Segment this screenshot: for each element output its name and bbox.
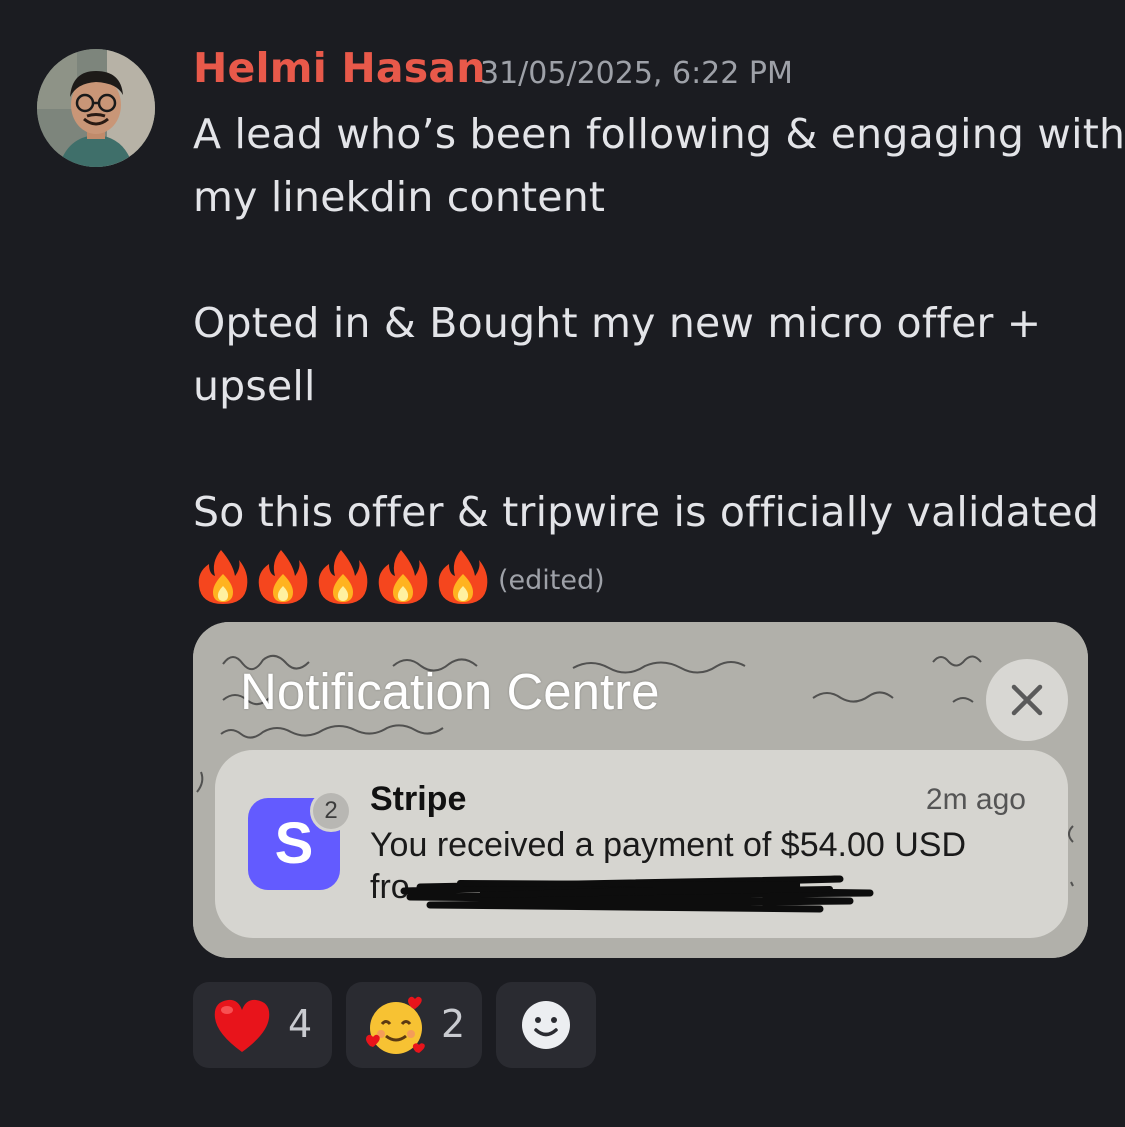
notification-count-badge: 2 (310, 790, 352, 832)
fire-emoji (318, 550, 368, 604)
message-line: So this offer & tripwire is officially v… (193, 488, 1100, 536)
fire-emoji (438, 550, 488, 604)
notification-body: You received a payment of $54.00 USD (370, 826, 967, 864)
notification-centre-title: Notification Centre (240, 663, 660, 720)
redaction-scribble (400, 875, 874, 913)
edited-label: (edited) (498, 565, 605, 596)
image-attachment[interactable]: Notification Centre S 2 Stripe 2m ago Yo… (193, 622, 1088, 958)
author-name[interactable]: Helmi Hasan (193, 44, 486, 92)
message-line: my linekdin content (193, 173, 606, 221)
fire-emoji (258, 550, 308, 604)
fire-emoji-row (193, 546, 493, 606)
badge-count: 2 (313, 793, 349, 829)
user-avatar[interactable] (37, 49, 155, 167)
add-reaction-button[interactable] (496, 982, 596, 1068)
smiling-face-with-hearts-emoji (366, 996, 425, 1054)
message-line: Opted in & Bought my new micro offer + (193, 299, 1042, 347)
reaction-heart[interactable]: 4 (193, 982, 332, 1068)
notification-app-name: Stripe (370, 780, 467, 818)
close-button[interactable] (986, 659, 1068, 741)
close-icon (1011, 684, 1043, 716)
message-timestamp: 31/05/2025, 6:22 PM (480, 56, 793, 91)
avatar-photo-icon (37, 49, 155, 167)
message-line: upsell (193, 362, 316, 410)
reaction-smiling-hearts[interactable]: 2 (346, 982, 482, 1068)
reaction-count: 2 (441, 1002, 466, 1046)
red-heart-emoji (214, 999, 270, 1052)
notification-time: 2m ago (925, 783, 1026, 816)
fire-emoji (378, 550, 428, 604)
fire-emoji (198, 550, 248, 604)
add-reaction-icon (522, 1001, 570, 1049)
message-line: A lead who’s been following & engaging w… (193, 110, 1125, 158)
stripe-notification[interactable]: S 2 Stripe 2m ago You received a payment… (215, 750, 1068, 938)
reaction-count: 4 (288, 1002, 313, 1046)
